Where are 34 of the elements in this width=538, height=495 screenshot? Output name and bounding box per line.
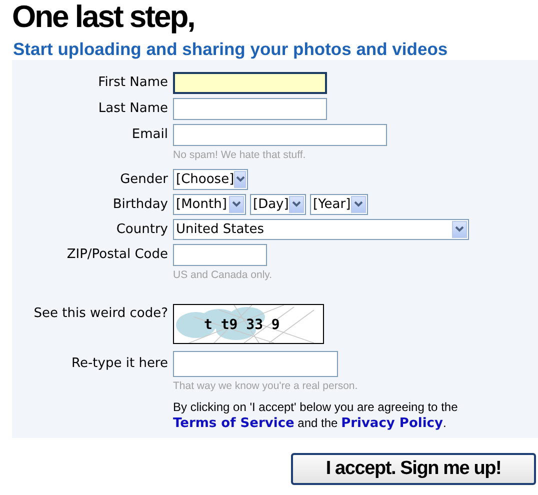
terms-link[interactable]: Terms of Service bbox=[173, 416, 294, 432]
submit-button[interactable]: I accept. Sign me up! bbox=[291, 453, 536, 485]
text-field[interactable] bbox=[173, 72, 327, 94]
email-field[interactable] bbox=[173, 124, 387, 146]
field-label: ZIP/Postal Code bbox=[66, 246, 168, 264]
hint-text: No spam! We hate that stuff. bbox=[173, 148, 307, 163]
chevron-down-icon bbox=[229, 196, 244, 213]
field-label: Re-type it here bbox=[70, 354, 168, 373]
dropdown[interactable]: [Year] bbox=[310, 194, 368, 215]
dropdown[interactable]: [Choose] bbox=[173, 168, 248, 190]
text-field[interactable] bbox=[173, 98, 327, 120]
dropdown[interactable]: [Month] bbox=[173, 194, 246, 215]
field-label: First Name bbox=[97, 74, 168, 92]
field-label: See this weird code? bbox=[32, 304, 168, 322]
page-heading: One last step, bbox=[12, 0, 196, 34]
captcha-text: t t9 33 9 bbox=[204, 316, 280, 334]
field-label: Last Name bbox=[97, 100, 168, 118]
field-label: Country bbox=[115, 220, 168, 238]
answer-field[interactable] bbox=[173, 350, 338, 376]
hint-text: That way we know you're a real person. bbox=[173, 378, 359, 394]
agreement-text: By clicking on 'I accept' below you are agreeing to the Terms of Service and the Privacy Policy. bbox=[173, 399, 459, 432]
dropdown[interactable]: United States bbox=[173, 218, 469, 240]
chevron-down-icon bbox=[289, 196, 304, 213]
field-label: Birthday bbox=[112, 196, 168, 214]
chevron-down-icon bbox=[234, 170, 246, 188]
chevron-down-icon bbox=[452, 220, 467, 238]
chevron-down-icon bbox=[351, 196, 366, 213]
zip-field[interactable] bbox=[173, 244, 267, 266]
hint-text: US and Canada only. bbox=[173, 268, 274, 283]
field-label: Email bbox=[130, 126, 168, 144]
subheading: Start uploading and sharing your photos and videos bbox=[13, 38, 449, 60]
dropdown[interactable]: [Day] bbox=[250, 194, 306, 215]
field-label: Gender bbox=[119, 170, 168, 188]
privacy-link[interactable]: Privacy Policy bbox=[341, 416, 443, 432]
